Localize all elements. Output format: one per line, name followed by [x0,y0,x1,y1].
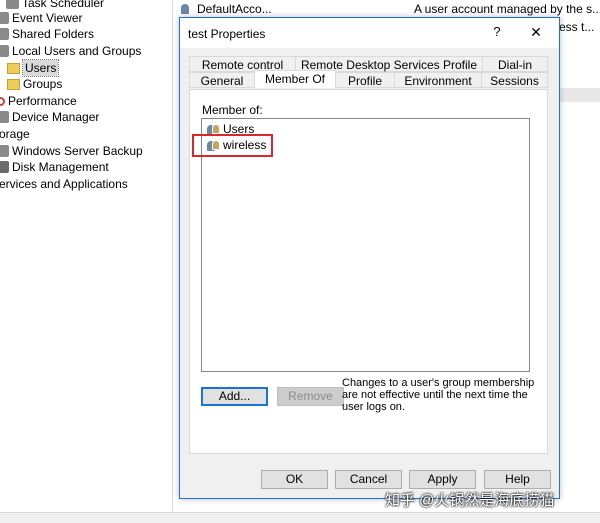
tree-item-services-applications[interactable]: ervices and Applications [0,176,128,192]
users-groups-icon [0,45,9,57]
tree-item-groups[interactable]: Groups [7,76,62,92]
tree-item-performance[interactable]: Performance [0,93,77,109]
disk-icon [0,161,9,173]
tree-item-device-manager[interactable]: Device Manager [0,109,99,125]
help-button[interactable]: Help [484,470,551,489]
dialog-titlebar: test Properties ? ✕ [180,18,559,48]
tree-item-event-viewer[interactable]: Event Viewer [0,10,82,26]
cancel-button[interactable]: Cancel [335,470,402,489]
add-button[interactable]: Add... [201,387,268,406]
list-description-2: ess t... [559,20,595,34]
tab-environment[interactable]: Environment [394,72,482,88]
apply-button[interactable]: Apply [409,470,476,489]
dialog-title: test Properties [188,27,266,41]
selection-band [558,88,600,102]
list-description: A user account managed by the s... [414,2,600,16]
highlight-annotation [192,134,273,157]
status-bar [0,512,600,523]
performance-icon [0,96,5,106]
tree-item-users[interactable]: Users [7,59,60,77]
tab-general[interactable]: General [189,72,255,88]
folder-icon [7,62,20,74]
tab-member-of[interactable]: Member Of [254,70,336,88]
ok-button[interactable]: OK [261,470,328,489]
tab-dial-in[interactable]: Dial-in [482,56,548,72]
user-icon [181,3,194,15]
device-manager-icon [0,111,9,123]
tab-profile[interactable]: Profile [335,72,395,88]
tree-item-storage[interactable]: orage [0,126,30,142]
event-viewer-icon [0,12,9,24]
backup-icon [0,145,9,157]
clock-icon [6,0,19,9]
console-tree: Task Scheduler Event Viewer Shared Folde… [0,0,173,513]
properties-dialog: test Properties ? ✕ Remote control Remot… [179,17,560,499]
tab-sessions[interactable]: Sessions [481,72,548,88]
tree-item-shared-folders[interactable]: Shared Folders [0,26,94,42]
remove-button[interactable]: Remove [277,387,344,406]
folder-icon [7,78,20,90]
member-of-label: Member of: [202,103,263,117]
member-of-panel: Member of: Users wireless Add... Remove … [189,89,548,454]
membership-note: Changes to a user's group membership are… [342,377,535,413]
close-icon[interactable]: ✕ [528,24,544,42]
tree-item-local-users-groups[interactable]: Local Users and Groups [0,43,141,59]
list-item-defaultaccount[interactable]: DefaultAcco... [181,2,272,16]
member-of-list[interactable]: Users wireless [192,118,530,372]
watermark: 知乎 @火锅然是海底捞猫 [385,492,555,509]
help-title-button[interactable]: ? [490,24,504,42]
tree-item-windows-server-backup[interactable]: Windows Server Backup [0,143,143,159]
tree-item-disk-management[interactable]: Disk Management [0,159,109,175]
shared-folder-icon [0,28,9,40]
